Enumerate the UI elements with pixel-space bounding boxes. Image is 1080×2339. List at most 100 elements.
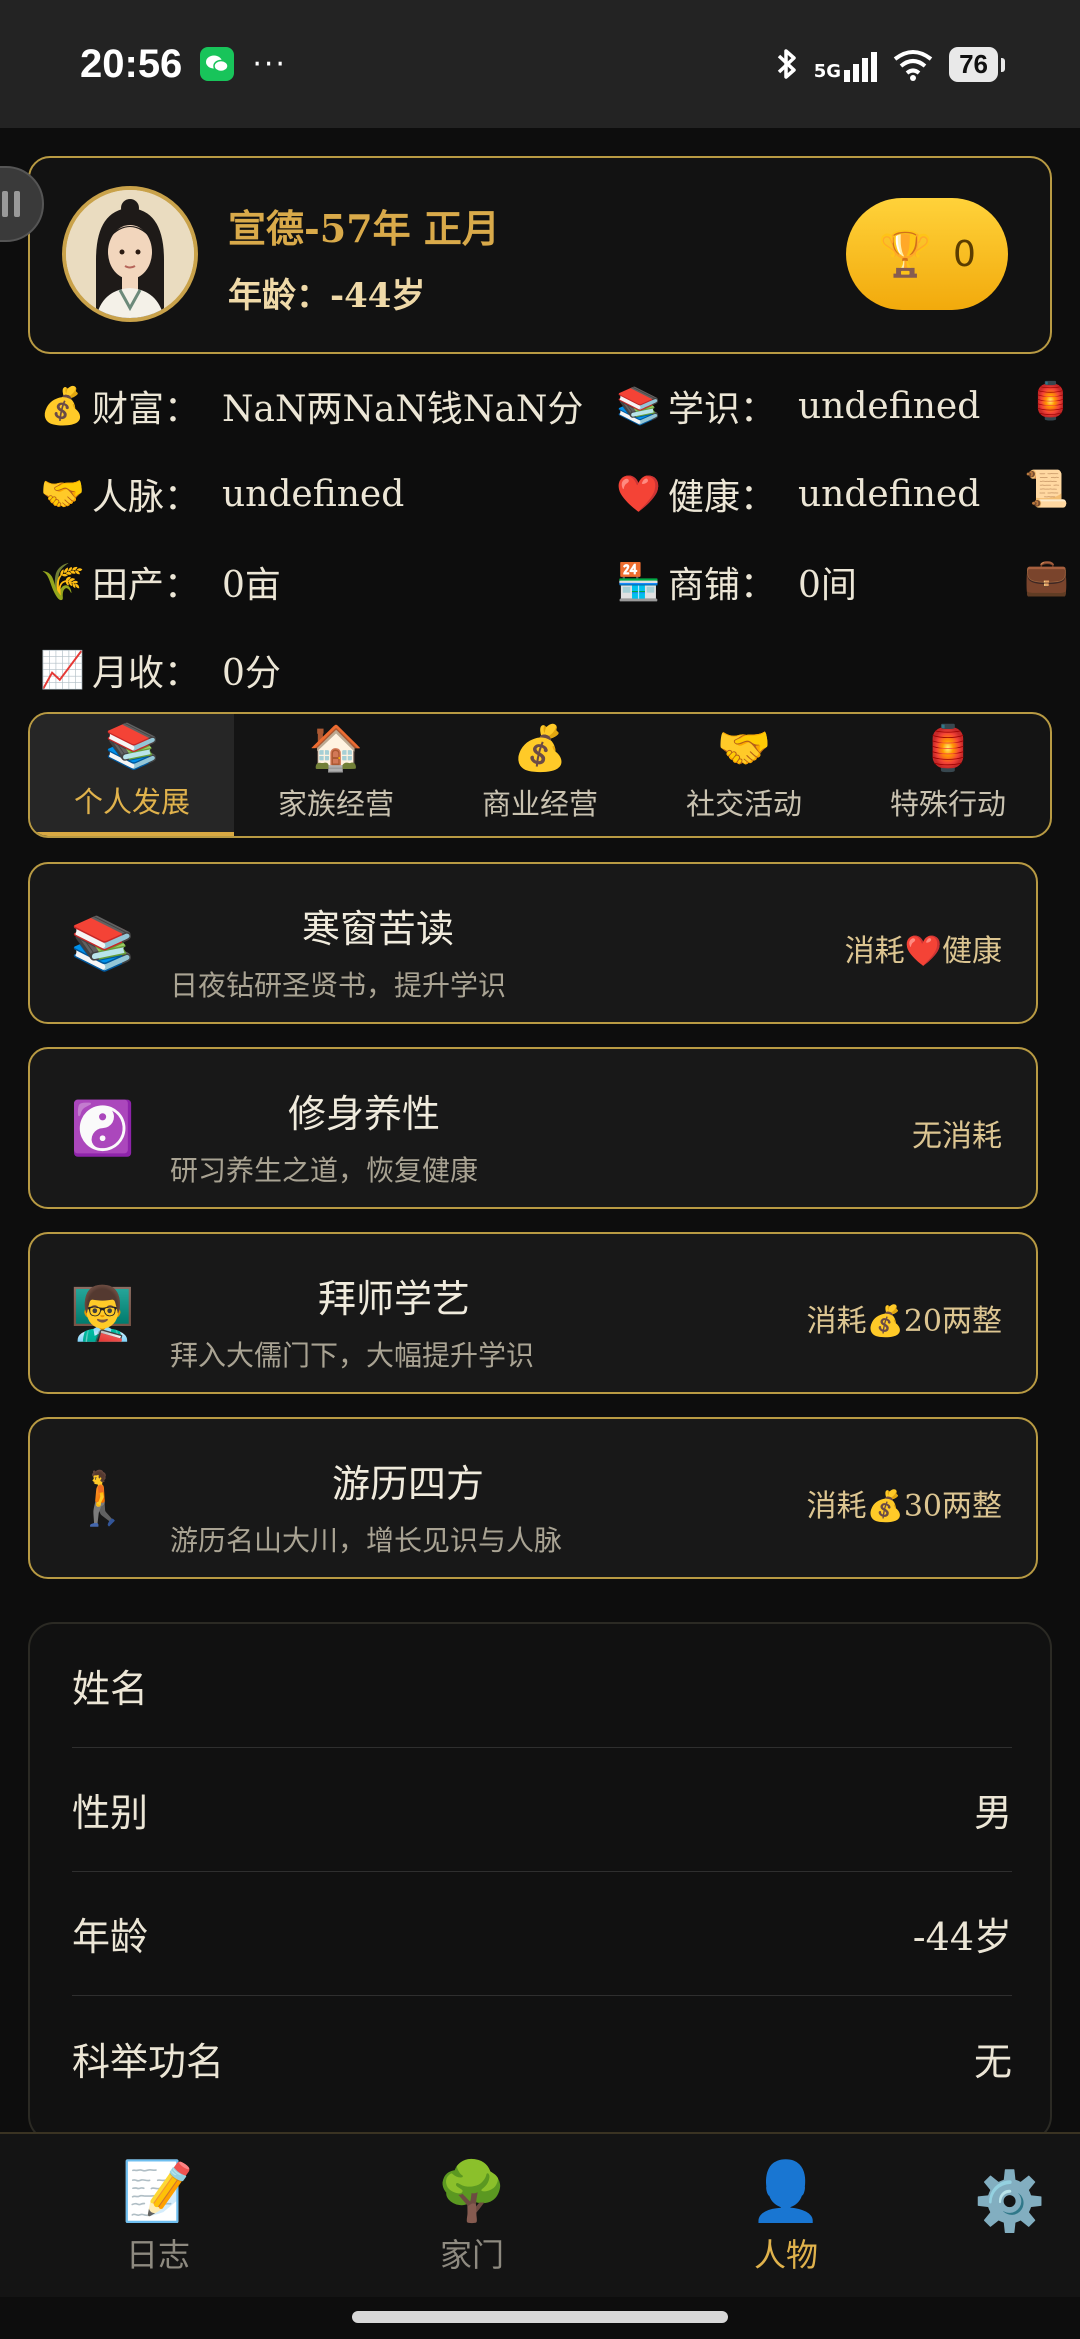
info-row-age: 年龄 -44岁 — [72, 1872, 1012, 1996]
books-icon: 📚 — [70, 914, 135, 974]
stat-value: 0分 — [222, 653, 281, 694]
activity-cost: 无消耗 — [912, 1119, 1002, 1154]
status-bar: 20:56 ··· 5G 76 — [0, 0, 1080, 128]
more-notifications-icon: ··· — [252, 46, 287, 82]
era-date: 宣德-57年 正月 — [228, 206, 500, 251]
person-icon: 👤 — [749, 2157, 823, 2225]
tab-special-actions[interactable]: 🏮 特殊行动 — [846, 714, 1050, 836]
activity-title: 寒窗苦读 — [301, 907, 454, 951]
heart-icon: ❤️ — [616, 474, 661, 515]
tab-social[interactable]: 🤝 社交活动 — [642, 714, 846, 836]
stat-wealth: 💰 财富： NaN两NaN钱NaN分 — [40, 380, 583, 432]
activity-card-travel[interactable]: 🚶 游历四方 游历名山大川，增长见识与人脉 消耗💰30两整 — [28, 1417, 1038, 1579]
nav-family[interactable]: 🌳 家门 — [392, 2162, 552, 2276]
home-indicator[interactable] — [352, 2311, 728, 2323]
tab-personal-development[interactable]: 📚 个人发展 — [30, 714, 234, 836]
nav-character[interactable]: 👤 人物 — [706, 2162, 866, 2276]
achievements-button[interactable]: 🏆 0 — [846, 198, 1008, 310]
info-label: 性别 — [72, 1791, 149, 1835]
activity-title: 修身养性 — [287, 1092, 440, 1136]
bluetooth-icon — [777, 49, 796, 79]
activity-cost: 消耗❤️健康 — [844, 934, 1002, 969]
yin-yang-icon: ☯️ — [70, 1099, 135, 1159]
network-type: 5G — [813, 61, 842, 82]
store-icon: 🏪 — [616, 562, 661, 603]
info-value: 无 — [973, 2039, 1012, 2084]
tab-business[interactable]: 💰 商业经营 — [438, 714, 642, 836]
stat-label: 商铺： — [668, 565, 777, 606]
money-bag-icon: 💰 — [40, 386, 85, 427]
stat-label: 月收： — [92, 653, 201, 694]
info-value: -44岁 — [912, 1915, 1012, 1959]
lantern-icon: 🏮 — [920, 723, 976, 774]
scroll-icon: 📜 — [1024, 469, 1069, 510]
clock: 20:56 — [80, 41, 183, 86]
handshake-icon: 🤝 — [716, 723, 772, 774]
settings-button[interactable]: ⚙️ — [930, 2172, 1080, 2230]
activity-cost: 消耗💰20两整 — [806, 1304, 1002, 1339]
tree-icon: 🌳 — [435, 2157, 509, 2225]
tab-label: 社交活动 — [685, 787, 802, 821]
lantern-icon: 🏮 — [1028, 381, 1073, 422]
info-label: 姓名 — [72, 1667, 149, 1711]
wifi-icon — [893, 50, 933, 81]
money-bag-icon: 💰 — [512, 723, 568, 774]
tab-family-management[interactable]: 🏠 家族经营 — [234, 714, 438, 836]
info-label: 年龄 — [72, 1915, 149, 1959]
nav-label: 日志 — [125, 2236, 190, 2274]
stat-label: 财富： — [92, 389, 201, 430]
info-value: 男 — [973, 1791, 1012, 1835]
tab-label: 家族经营 — [277, 787, 394, 821]
stat-value: 0亩 — [222, 565, 281, 606]
wechat-icon — [200, 47, 235, 81]
stat-value: undefined — [798, 385, 981, 427]
info-row-gender: 性别 男 — [72, 1748, 1012, 1872]
gear-icon: ⚙️ — [973, 2167, 1047, 2235]
character-info-panel: 姓名 性别 男 年龄 -44岁 科举功名 无 — [28, 1622, 1052, 2142]
status-right: 5G 76 — [774, 46, 1005, 82]
rice-icon: 🌾 — [40, 562, 85, 603]
activity-description: 日夜钻研圣贤书，提升学识 — [170, 969, 507, 1002]
books-icon: 📚 — [104, 721, 160, 772]
stat-label: 健康： — [668, 477, 777, 518]
battery-indicator: 76 — [949, 46, 1005, 82]
activity-card-apprentice[interactable]: 👨‍🏫 拜师学艺 拜入大儒门下，大幅提升学识 消耗💰20两整 — [28, 1232, 1038, 1394]
stat-monthly-income: 📈 月收： 0分 — [40, 644, 281, 696]
activity-card-cultivate[interactable]: ☯️ 修身养性 研习养生之道，恢复健康 无消耗 — [28, 1047, 1038, 1209]
nav-label: 人物 — [753, 2236, 818, 2274]
info-row-name: 姓名 — [72, 1624, 1012, 1748]
character-header-card: 宣德-57年 正月 年龄：-44岁 🏆 0 — [28, 156, 1052, 354]
pause-icon — [2, 191, 20, 217]
activity-description: 游历名山大川，增长见识与人脉 — [170, 1524, 563, 1557]
stat-connections: 🤝 人脉： undefined — [40, 468, 404, 520]
bottom-navigation: 📝 日志 🌳 家门 👤 人物 ⚙️ — [0, 2132, 1080, 2297]
briefcase-icon: 💼 — [1024, 557, 1069, 598]
stat-value: 0间 — [798, 565, 857, 606]
info-row-exam-rank: 科举功名 无 — [72, 1996, 1012, 2120]
signal-icon: 5G — [813, 46, 878, 82]
status-left: 20:56 ··· — [80, 42, 287, 87]
character-age: 年龄：-44岁 — [228, 276, 426, 316]
avatar[interactable] — [62, 186, 198, 322]
activity-title: 游历四方 — [331, 1462, 484, 1506]
trophy-icon: 🏆 — [878, 229, 933, 280]
stat-farmland: 🌾 田产： 0亩 — [40, 556, 281, 608]
books-icon: 📚 — [616, 386, 661, 427]
stat-label: 人脉： — [92, 477, 201, 518]
activity-card-study[interactable]: 📚 寒窗苦读 日夜钻研圣贤书，提升学识 消耗❤️健康 — [28, 862, 1038, 1024]
activity-cost: 消耗💰30两整 — [806, 1489, 1002, 1524]
activity-description: 拜入大儒门下，大幅提升学识 — [170, 1339, 535, 1372]
house-icon: 🏠 — [308, 723, 364, 774]
chart-up-icon: 📈 — [40, 650, 85, 691]
stat-value: undefined — [798, 473, 981, 515]
info-label: 科举功名 — [72, 2039, 225, 2084]
stat-knowledge: 📚 学识： undefined — [616, 380, 980, 432]
nav-log[interactable]: 📝 日志 — [78, 2162, 238, 2276]
handshake-icon: 🤝 — [40, 474, 85, 515]
stat-label: 学识： — [668, 389, 777, 430]
nav-label: 家门 — [439, 2236, 504, 2274]
stat-shops: 🏪 商铺： 0间 — [616, 556, 857, 608]
stat-value: NaN两NaN钱NaN分 — [222, 389, 584, 430]
achievement-count: 0 — [952, 233, 976, 275]
tab-label: 个人发展 — [73, 785, 190, 819]
